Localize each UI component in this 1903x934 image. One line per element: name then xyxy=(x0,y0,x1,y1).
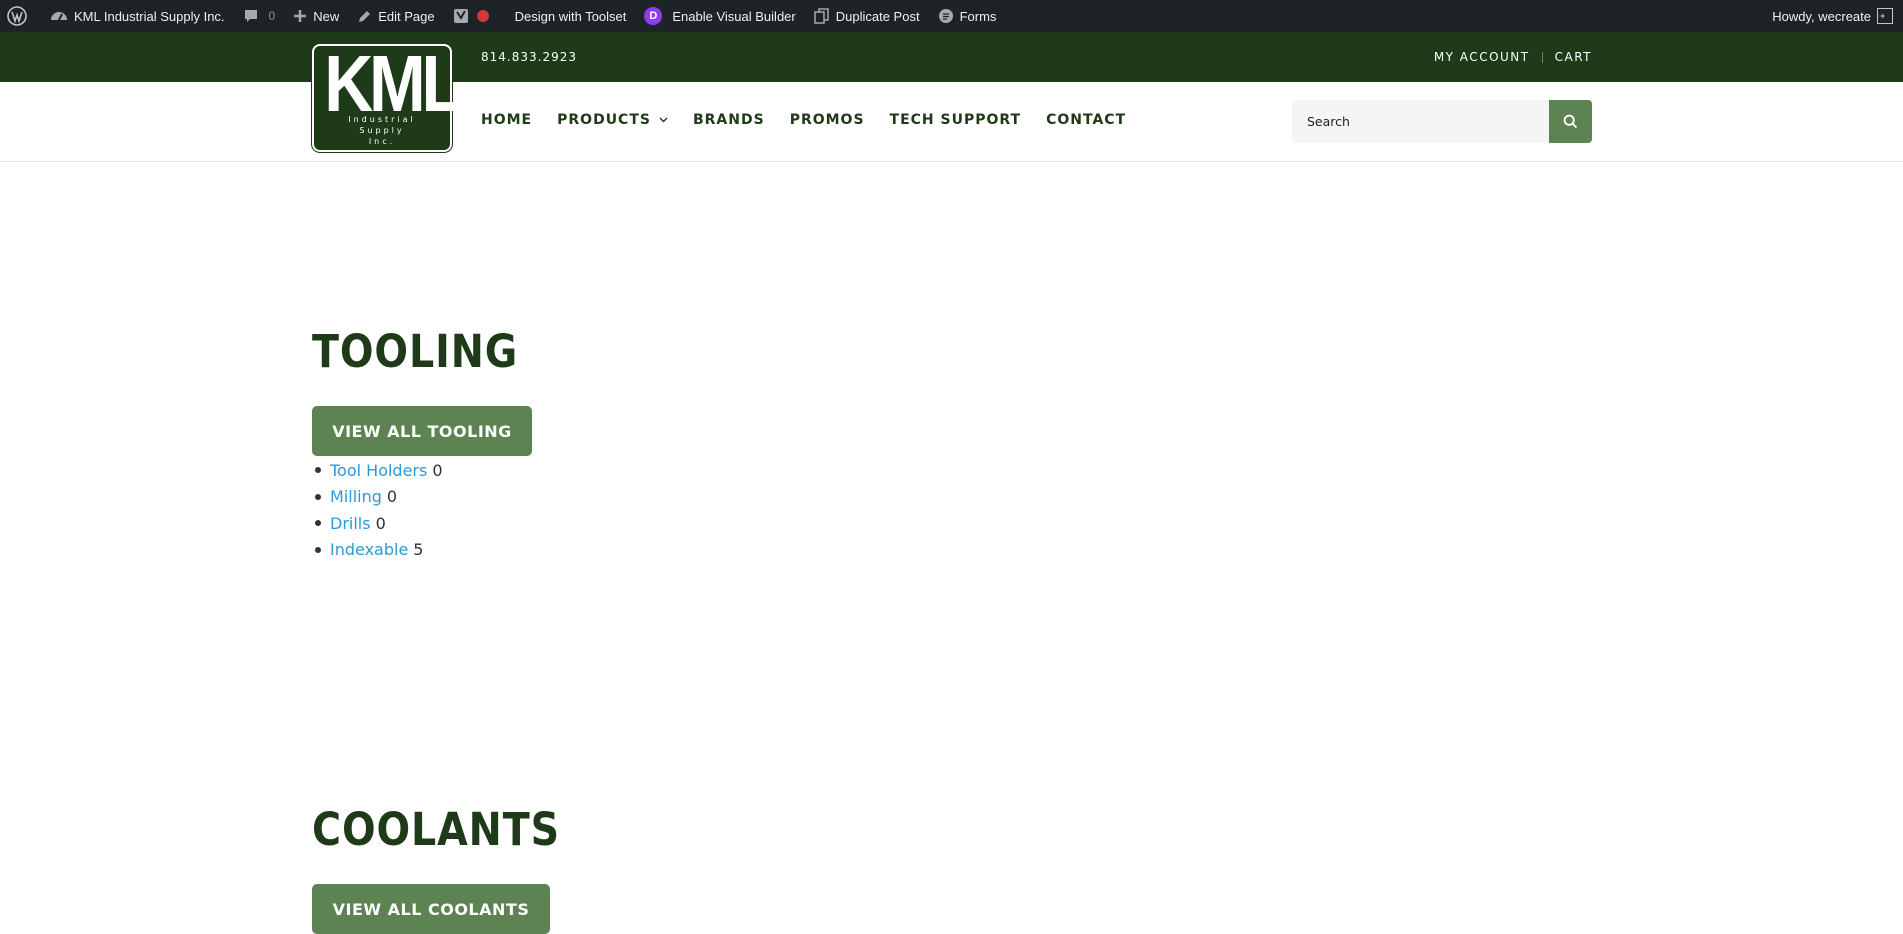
search-button[interactable] xyxy=(1549,100,1592,143)
nav-promos[interactable]: PROMOS xyxy=(790,112,865,128)
yoast-icon xyxy=(453,9,468,23)
nav-products-label: PRODUCTS xyxy=(557,112,651,128)
bullet-icon xyxy=(315,520,321,527)
edit-page-label: Edit Page xyxy=(378,8,435,24)
list-item: Milling 0 xyxy=(312,484,443,511)
category-count: 0 xyxy=(432,460,443,480)
yoast-seo-link[interactable] xyxy=(444,0,506,32)
logo-line-2: Supply xyxy=(359,126,405,135)
site-logo[interactable]: KML Industrial Supply Inc. xyxy=(312,39,463,152)
nav-contact[interactable]: CONTACT xyxy=(1046,112,1126,128)
category-link[interactable]: Milling xyxy=(330,487,382,506)
logo-line-1: Industrial xyxy=(348,115,416,124)
visual-builder-label: Enable Visual Builder xyxy=(672,8,796,24)
toolset-label: Design with Toolset xyxy=(514,8,627,24)
phone-number[interactable]: 814.833.2923 xyxy=(481,50,577,64)
duplicate-post-link[interactable]: Duplicate Post xyxy=(805,0,929,32)
comments-link[interactable]: 0 xyxy=(234,0,285,32)
new-content-link[interactable]: New xyxy=(284,0,348,32)
view-all-tooling-button[interactable]: VIEW ALL TOOLING xyxy=(312,406,532,456)
category-count: 0 xyxy=(386,487,398,507)
tooling-category-list: Tool Holders 0 Milling 0 Drills 0 Indexa… xyxy=(312,457,443,563)
section-title-coolants: COOLANTS xyxy=(312,803,560,856)
category-link[interactable]: Tool Holders xyxy=(330,461,427,480)
comments-count: 0 xyxy=(268,9,276,23)
howdy-label: Howdy, wecreate xyxy=(1772,8,1871,24)
site-name-link[interactable]: KML Industrial Supply Inc. xyxy=(41,0,234,32)
new-label: New xyxy=(313,8,340,24)
logo-subtitle: Industrial Supply Inc. xyxy=(314,114,450,147)
avatar xyxy=(1877,8,1893,24)
cart-link[interactable]: CART xyxy=(1555,50,1592,64)
category-link[interactable]: Drills xyxy=(330,514,371,533)
category-count: 5 xyxy=(413,540,424,560)
list-item: Tool Holders 0 xyxy=(312,457,443,484)
dashboard-icon xyxy=(51,12,67,21)
duplicate-label: Duplicate Post xyxy=(835,8,920,24)
bullet-icon xyxy=(315,546,321,553)
bullet-icon xyxy=(315,493,321,500)
nav-products[interactable]: PRODUCTS xyxy=(557,112,668,128)
pencil-icon xyxy=(359,10,371,22)
seo-status-dot-icon xyxy=(476,10,489,22)
main-nav: HOME PRODUCTS BRANDS PROMOS TECH SUPPORT… xyxy=(481,112,1151,128)
wordpress-logo-icon[interactable] xyxy=(0,0,41,32)
duplicate-icon xyxy=(813,8,829,24)
forms-label: Forms xyxy=(959,8,997,24)
list-item: Drills 0 xyxy=(312,510,443,537)
divider xyxy=(1541,51,1543,63)
enable-visual-builder-link[interactable]: D Enable Visual Builder xyxy=(635,0,804,32)
forms-icon xyxy=(938,9,953,23)
divi-icon: D xyxy=(644,7,663,25)
account-links: MY ACCOUNT CART xyxy=(1434,50,1592,64)
plus-icon xyxy=(294,10,307,22)
nav-tech-support[interactable]: TECH SUPPORT xyxy=(890,112,1022,128)
chevron-down-icon xyxy=(659,117,668,123)
site-name-label: KML Industrial Supply Inc. xyxy=(74,8,225,24)
category-count: 0 xyxy=(375,513,386,533)
top-bar: 814.833.2923 MY ACCOUNT CART xyxy=(0,32,1903,82)
bullet-icon xyxy=(315,467,321,474)
search-icon xyxy=(1563,114,1578,129)
design-with-toolset-link[interactable]: Design with Toolset xyxy=(506,0,636,32)
comment-icon xyxy=(244,10,257,22)
my-account-link[interactable]: MY ACCOUNT xyxy=(1434,50,1530,64)
my-account-menu[interactable]: Howdy, wecreate xyxy=(1763,0,1903,32)
edit-page-link[interactable]: Edit Page xyxy=(348,0,443,32)
nav-home[interactable]: HOME xyxy=(481,112,532,128)
list-item: Indexable 5 xyxy=(312,537,443,564)
nav-brands[interactable]: BRANDS xyxy=(693,112,765,128)
category-link[interactable]: Indexable xyxy=(330,540,408,559)
avatar-icon xyxy=(1879,13,1885,19)
forms-link[interactable]: Forms xyxy=(929,0,1006,32)
logo-wordmark: KML xyxy=(324,39,463,128)
section-title-tooling: TOOLING xyxy=(312,325,519,378)
search-input[interactable] xyxy=(1292,100,1592,143)
wp-admin-bar: KML Industrial Supply Inc. 0 New Edit Pa… xyxy=(0,0,1903,32)
logo-line-3: Inc. xyxy=(368,137,396,146)
